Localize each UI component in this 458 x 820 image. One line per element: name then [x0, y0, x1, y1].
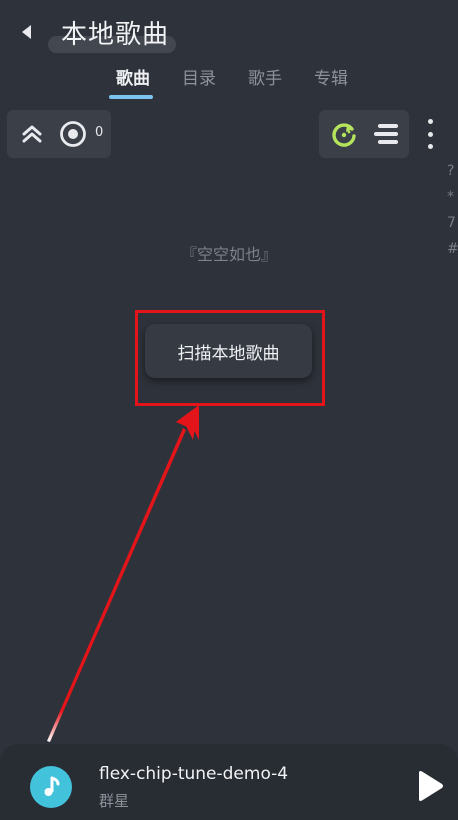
index-item[interactable]: 7	[447, 210, 458, 236]
refresh-icon[interactable]	[330, 120, 358, 148]
tab-songs[interactable]: 歌曲	[100, 62, 166, 89]
sort-lines-icon[interactable]	[372, 121, 400, 147]
tab-folders[interactable]: 目录	[166, 62, 232, 89]
page-title: 本地歌曲	[61, 20, 170, 50]
now-playing-artist: 群星	[99, 792, 130, 810]
empty-state-text: 『空空如也』	[180, 245, 277, 264]
now-playing-title: flex-chip-tune-demo-4	[99, 764, 289, 784]
locate-count: 0	[95, 125, 104, 140]
tab-artists[interactable]: 歌手	[232, 62, 298, 89]
tab-albums[interactable]: 专辑	[298, 62, 364, 89]
music-note-icon[interactable]	[30, 766, 72, 808]
tab-indicator	[109, 95, 153, 99]
tab-bar: 歌曲 目录 歌手 专辑	[100, 62, 364, 89]
double-chevron-up-icon[interactable]	[20, 122, 44, 146]
index-item[interactable]: ?	[447, 158, 458, 184]
back-arrow-icon[interactable]	[14, 20, 38, 44]
more-vertical-icon[interactable]	[421, 116, 439, 152]
play-icon[interactable]	[415, 769, 445, 803]
scan-local-songs-button[interactable]: 扫描本地歌曲	[145, 324, 312, 378]
index-item[interactable]: *	[447, 184, 458, 210]
target-icon[interactable]	[59, 120, 87, 148]
